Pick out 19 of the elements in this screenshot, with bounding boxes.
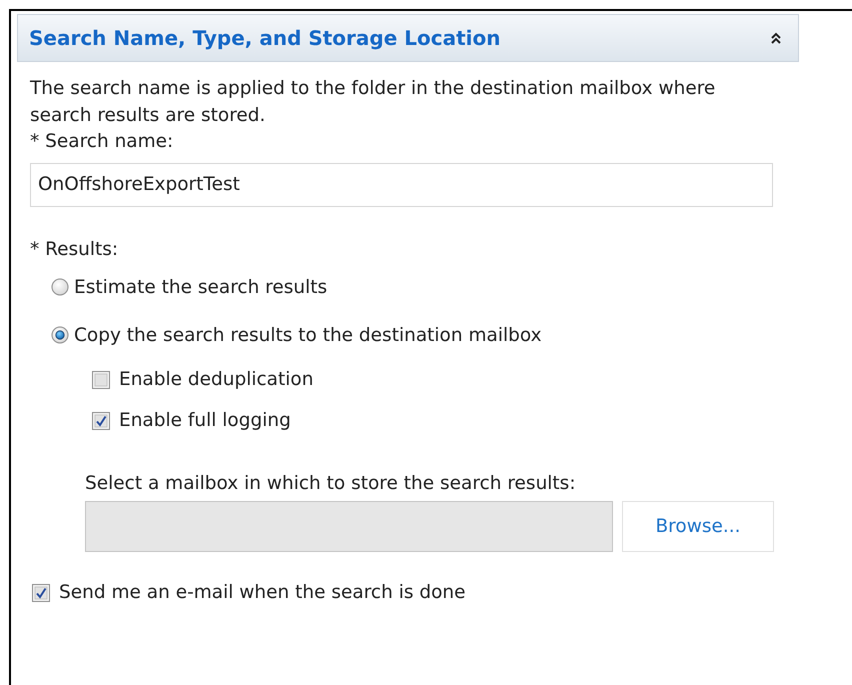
radio-button-selected[interactable] bbox=[51, 326, 69, 344]
checkbox[interactable] bbox=[92, 412, 110, 430]
description-text: The search name is applied to the folder in the destination mailbox where search results are stored. bbox=[30, 77, 716, 128]
checkbox-label: Enable deduplication bbox=[119, 369, 314, 390]
search-name-field[interactable]: OnOffshoreExportTest bbox=[30, 163, 773, 207]
checkbox[interactable] bbox=[92, 370, 110, 388]
checkbox-label: Enable full logging bbox=[119, 410, 291, 431]
checkbox[interactable] bbox=[32, 584, 50, 602]
radio-label: Copy the search results to the destination mailbox bbox=[74, 324, 542, 346]
section-title: Search Name, Type, and Storage Location bbox=[29, 26, 500, 50]
field-label: * Search name: bbox=[30, 130, 174, 154]
section-header[interactable]: Search Name, Type, and Storage Location bbox=[17, 14, 799, 62]
radio-label: Estimate the search results bbox=[74, 276, 328, 298]
browse-button[interactable]: Browse... bbox=[622, 501, 774, 552]
field-label: Select a mailbox in which to store the search results: bbox=[85, 472, 577, 496]
checkbox-label: Send me an e-mail when the search is done bbox=[59, 582, 466, 603]
collapse-icon[interactable] bbox=[770, 31, 782, 45]
field-label: * Results: bbox=[30, 238, 120, 262]
radio-button[interactable] bbox=[51, 278, 69, 296]
